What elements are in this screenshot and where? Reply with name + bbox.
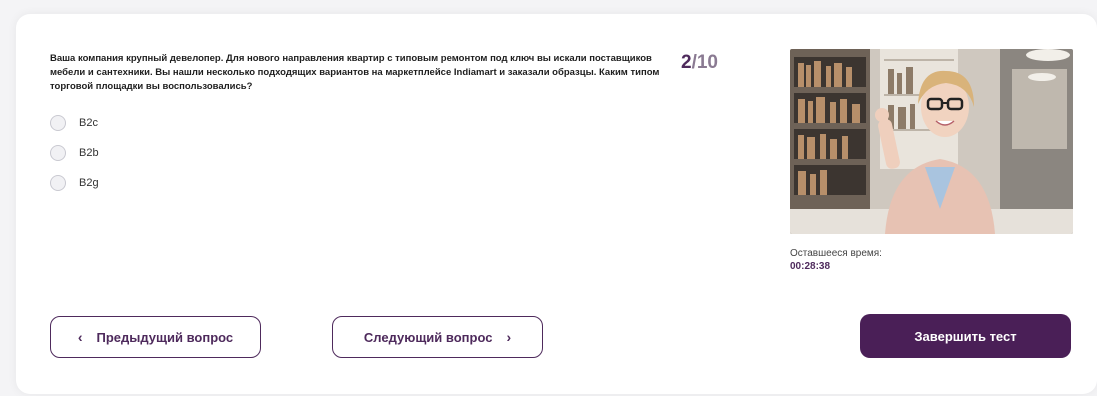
option-b2g[interactable]: B2g [50,173,99,193]
finish-test-button[interactable]: Завершить тест [860,314,1071,358]
next-question-label: Следующий вопрос [363,329,493,345]
total-questions: /10 [691,52,718,73]
question-counter: 2/10 [681,52,718,74]
previous-question-label: Предыдущий вопрос [96,329,234,345]
option-label: B2c [79,117,98,129]
option-b2c[interactable]: B2c [50,113,99,133]
timer-value: 00:28:38 [790,261,831,272]
next-question-button[interactable]: Следующий вопрос › [332,316,543,358]
previous-question-button[interactable]: ‹ Предыдущий вопрос [50,316,261,358]
timer-label: Оставшееся время: [790,248,882,259]
instructor-photo [790,49,1073,234]
finish-test-label: Завершить тест [914,328,1017,344]
chevron-right-icon: › [506,329,512,345]
option-label: B2g [79,177,99,189]
chevron-left-icon: ‹ [77,329,83,345]
current-question-number: 2 [681,52,692,73]
radio-button[interactable] [50,115,66,131]
answer-options: B2c B2b B2g [50,113,99,203]
question-text: Ваша компания крупный девелопер. Для нов… [50,53,660,92]
option-label: B2b [79,147,99,159]
radio-button[interactable] [50,145,66,161]
radio-button[interactable] [50,175,66,191]
option-b2b[interactable]: B2b [50,143,99,163]
quiz-card: Ваша компания крупный девелопер. Для нов… [16,14,1097,394]
